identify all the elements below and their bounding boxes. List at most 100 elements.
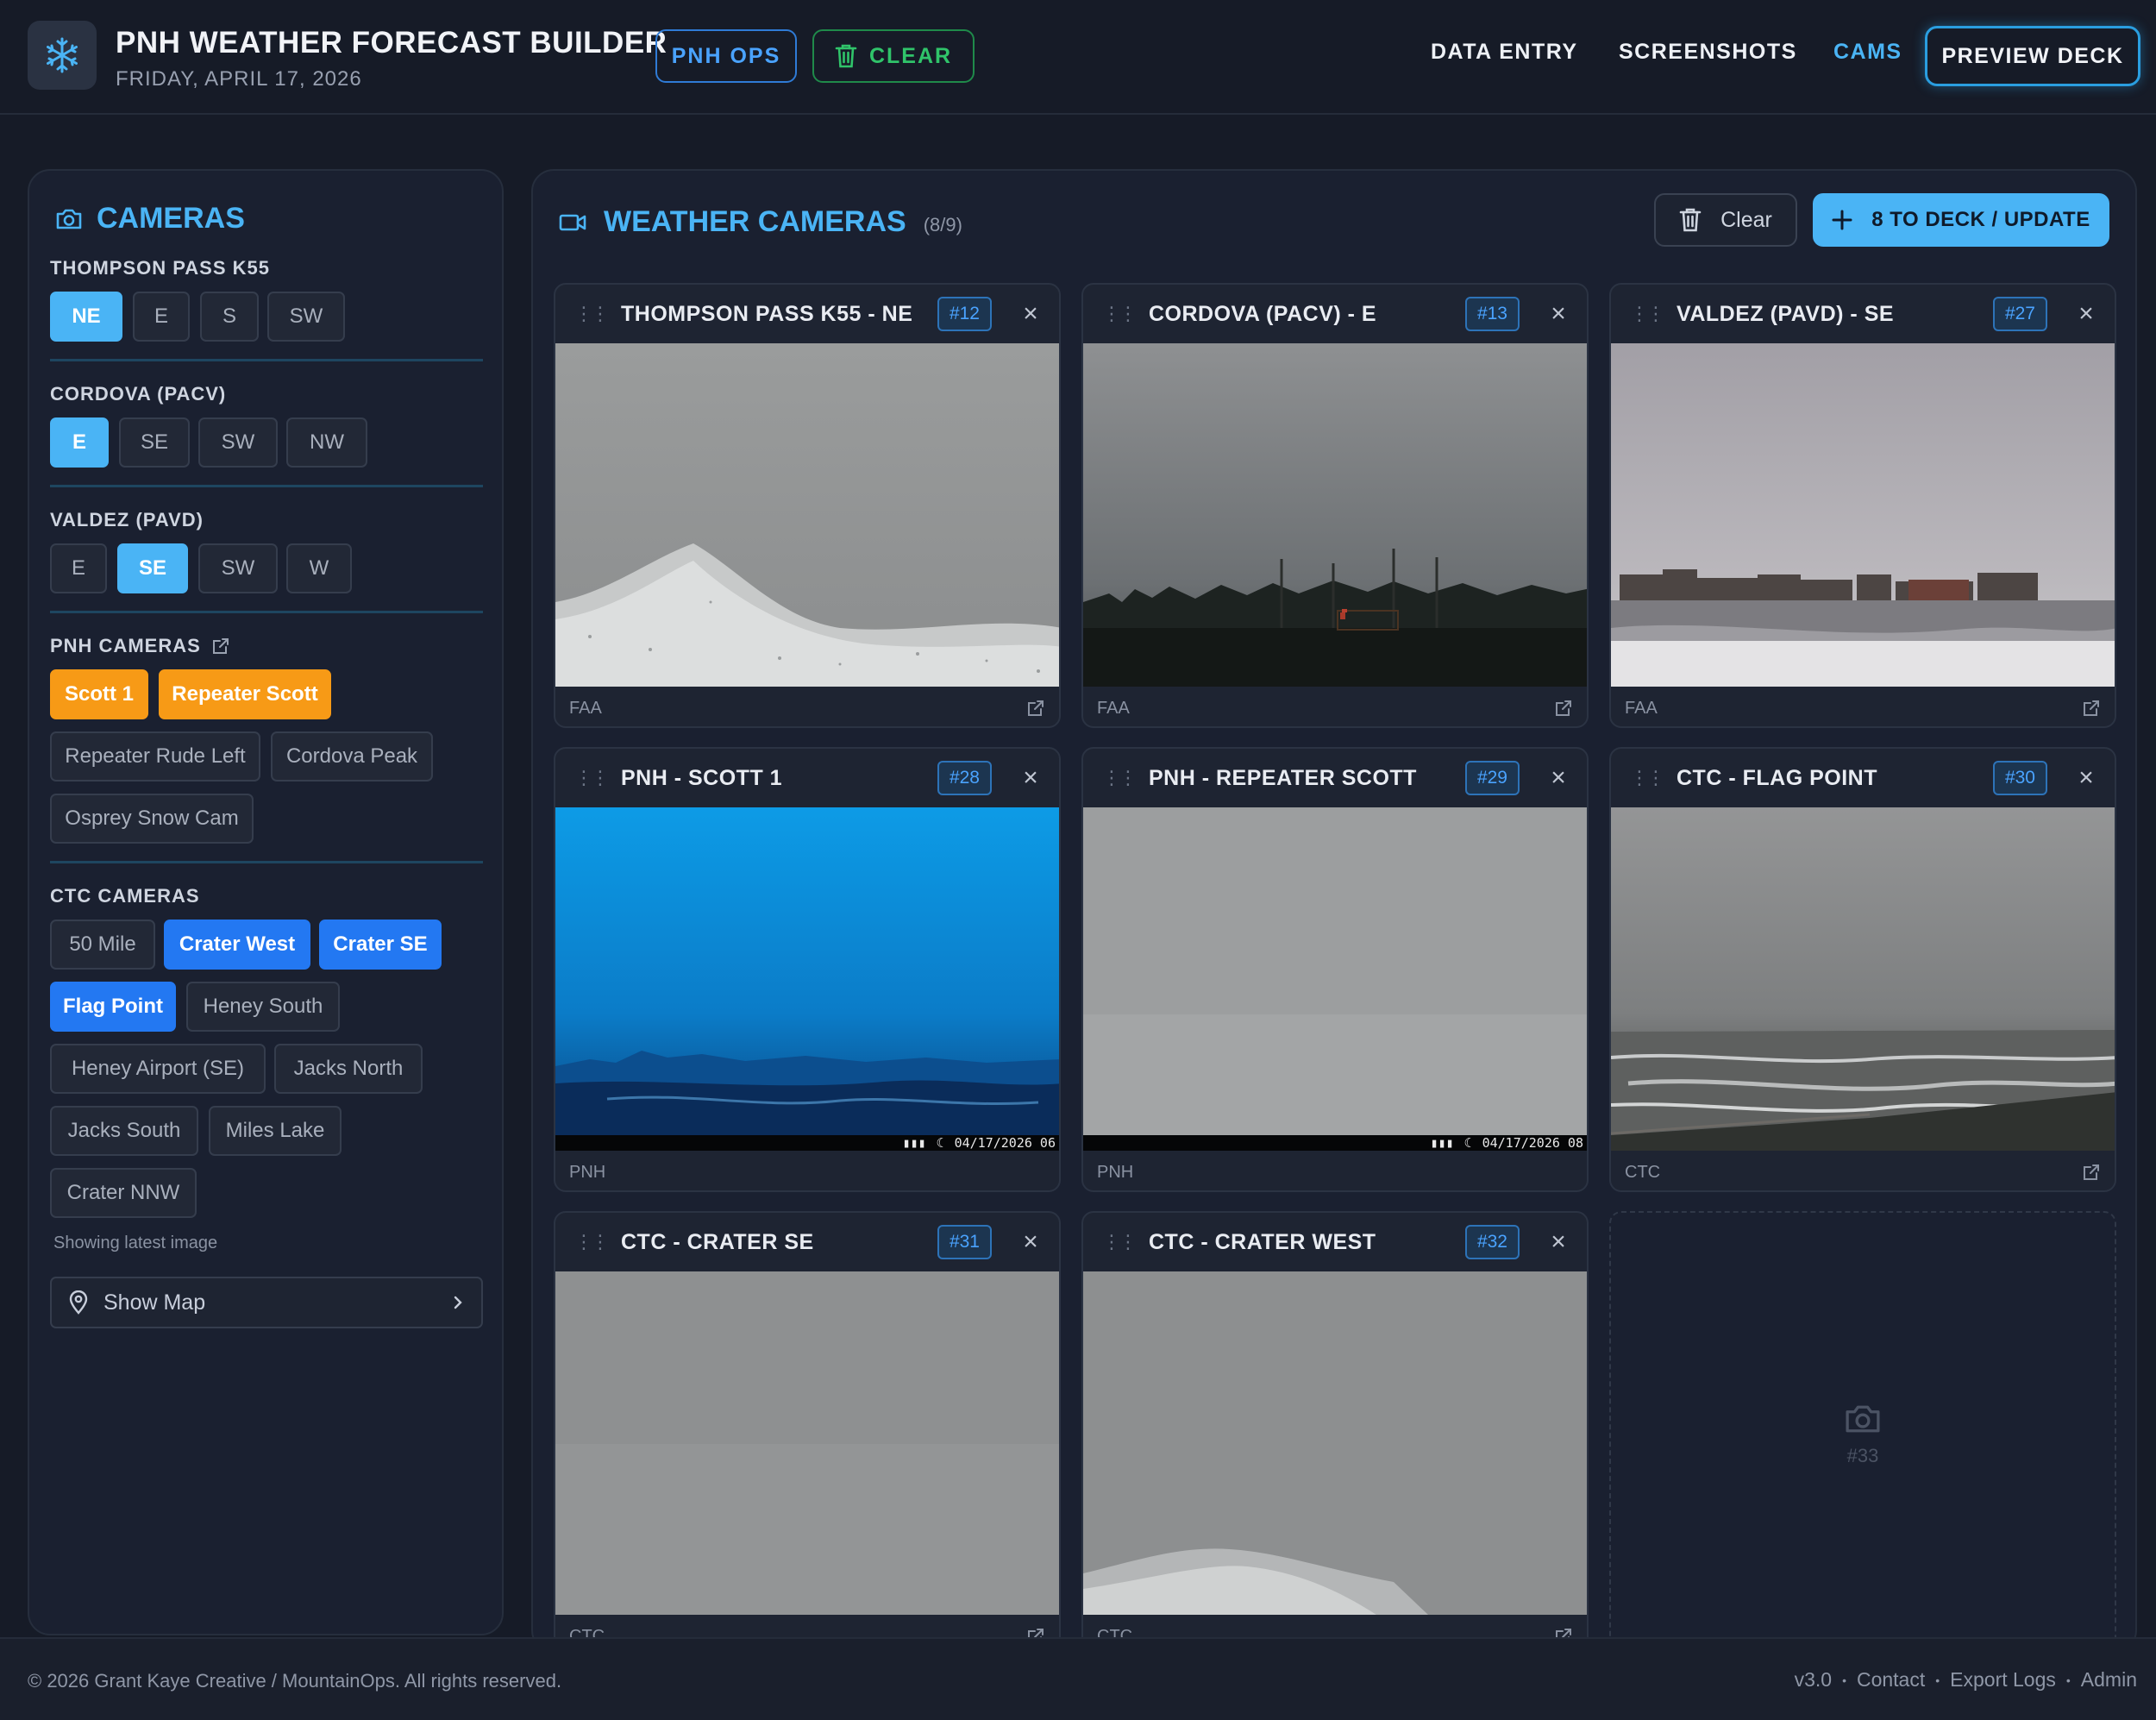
remove-camera-icon[interactable]: × (1545, 1227, 1571, 1257)
chip-cordova-nw[interactable]: NW (286, 417, 367, 468)
external-link-icon[interactable] (1554, 699, 1573, 718)
chip-valdez-se[interactable]: SE (117, 543, 188, 593)
chip-cordova-e[interactable]: E (50, 417, 109, 468)
nav-cams[interactable]: CAMS (1833, 40, 1902, 65)
drag-handle-icon[interactable]: ⋮⋮ (1630, 303, 1665, 325)
preview-deck-button[interactable]: PREVIEW DECK (1925, 26, 2140, 86)
drag-handle-icon[interactable]: ⋮⋮ (574, 303, 610, 325)
trash-icon (1679, 208, 1702, 232)
footer-link-contact[interactable]: Contact (1857, 1668, 1925, 1692)
camera-source: FAA (569, 698, 602, 718)
remove-camera-icon[interactable]: × (1545, 299, 1571, 329)
pnh-cameras-label: PNH CAMERAS (50, 635, 201, 656)
camera-footer: FAA (1611, 687, 2115, 726)
chip-pnh-repeater-rude-left[interactable]: Repeater Rude Left (50, 731, 260, 782)
show-map-toggle[interactable]: Show Map (50, 1277, 483, 1328)
chip-pnh-scott-1[interactable]: Scott 1 (50, 669, 148, 719)
sidebar-title-text: CAMERAS (97, 202, 245, 235)
drag-handle-icon[interactable]: ⋮⋮ (574, 1231, 610, 1253)
remove-camera-icon[interactable]: × (1018, 1227, 1044, 1257)
separator-dot: • (1842, 1673, 1846, 1687)
remove-camera-icon[interactable]: × (1018, 299, 1044, 329)
camera-image: ▮▮▮ ☾ 04/17/2026 08 (1083, 807, 1587, 1151)
chip-pnh-cordova-peak[interactable]: Cordova Peak (271, 731, 433, 782)
cameras-sidebar: CAMERAS THOMPSON PASS K55 NE E S SW CORD… (28, 169, 504, 1635)
group-divider (50, 611, 483, 613)
camera-card[interactable]: ⋮⋮ CTC - CRATER WEST #32 × CTC (1081, 1211, 1589, 1651)
footer-link-admin[interactable]: Admin (2081, 1668, 2137, 1692)
add-to-deck-button[interactable]: 8 TO DECK / UPDATE (1813, 193, 2109, 247)
chip-ctc-crater-se[interactable]: Crater SE (319, 920, 442, 970)
nav-screenshots[interactable]: SCREENSHOTS (1619, 40, 1797, 65)
camera-card-header: ⋮⋮ THOMPSON PASS K55 - NE #12 × (555, 285, 1059, 343)
pnh-ops-button[interactable]: PNH OPS (655, 29, 797, 83)
chip-ctc-crater-west[interactable]: Crater West (164, 920, 310, 970)
camera-number-badge: #12 (937, 297, 992, 331)
chip-ctc-crater-nnw[interactable]: Crater NNW (50, 1168, 197, 1218)
camera-title: VALDEZ (PAVD) - SE (1677, 301, 1895, 326)
camera-card-header: ⋮⋮ PNH - SCOTT 1 #28 × (555, 749, 1059, 807)
chip-ctc-heney-south[interactable]: Heney South (186, 982, 340, 1032)
external-link-icon[interactable] (211, 637, 230, 656)
camera-card[interactable]: ⋮⋮ CTC - FLAG POINT #30 × CTC (1609, 747, 2116, 1192)
group-label-ctc: CTC CAMERAS (50, 885, 200, 907)
drag-handle-icon[interactable]: ⋮⋮ (1102, 1231, 1138, 1253)
group-label-cordova: CORDOVA (PACV) (50, 383, 227, 405)
remove-camera-icon[interactable]: × (2073, 299, 2099, 329)
camera-card[interactable]: ⋮⋮ PNH - REPEATER SCOTT #29 × ▮▮▮ ☾ 04/1… (1081, 747, 1589, 1192)
remove-camera-icon[interactable]: × (1545, 763, 1571, 793)
chip-ctc-miles-lake[interactable]: Miles Lake (209, 1106, 342, 1156)
chip-pnh-repeater-scott[interactable]: Repeater Scott (159, 669, 331, 719)
chip-ctc-jacks-north[interactable]: Jacks North (274, 1044, 423, 1094)
chip-ctc-jacks-south[interactable]: Jacks South (50, 1106, 198, 1156)
external-link-icon[interactable] (2082, 1163, 2101, 1182)
camera-footer: FAA (555, 687, 1059, 726)
footer-link-export-logs[interactable]: Export Logs (1950, 1668, 2056, 1692)
chip-valdez-w[interactable]: W (286, 543, 352, 593)
chip-cordova-se[interactable]: SE (119, 417, 190, 468)
nav-data-entry[interactable]: DATA ENTRY (1431, 40, 1578, 65)
chip-ctc-flag-point[interactable]: Flag Point (50, 982, 176, 1032)
camera-number-badge: #29 (1464, 761, 1520, 795)
camera-card[interactable]: ⋮⋮ PNH - SCOTT 1 #28 × ▮▮▮ ☾ 04/17/2026 … (554, 747, 1061, 1192)
chip-valdez-e[interactable]: E (50, 543, 107, 593)
remove-camera-icon[interactable]: × (1018, 763, 1044, 793)
external-link-icon[interactable] (2082, 699, 2101, 718)
camera-title: CTC - CRATER WEST (1149, 1229, 1376, 1254)
remove-camera-icon[interactable]: × (2073, 763, 2099, 793)
chip-thompson-sw[interactable]: SW (267, 292, 345, 342)
camera-card[interactable]: ⋮⋮ CTC - CRATER SE #31 × CTC (554, 1211, 1061, 1651)
drag-handle-icon[interactable]: ⋮⋮ (1102, 767, 1138, 789)
clear-all-label: CLEAR (868, 43, 953, 68)
group-divider (50, 485, 483, 487)
weather-cameras-panel: WEATHER CAMERAS (8/9) Clear 8 TO DECK / … (531, 169, 2137, 1653)
chip-valdez-sw[interactable]: SW (198, 543, 278, 593)
camera-card[interactable]: ⋮⋮ VALDEZ (PAVD) - SE #27 × FAA (1609, 283, 2116, 728)
external-link-icon[interactable] (1026, 699, 1045, 718)
chip-thompson-ne[interactable]: NE (50, 292, 122, 342)
drag-handle-icon[interactable]: ⋮⋮ (1630, 767, 1665, 789)
chip-cordova-sw[interactable]: SW (198, 417, 278, 468)
camera-image (1611, 343, 2115, 687)
group-label-valdez: VALDEZ (PAVD) (50, 509, 204, 530)
camera-card[interactable]: ⋮⋮ THOMPSON PASS K55 - NE #12 × FAA (554, 283, 1061, 728)
chip-ctc-50-mile[interactable]: 50 Mile (50, 920, 155, 970)
drag-handle-icon[interactable]: ⋮⋮ (574, 767, 610, 789)
clear-all-button[interactable]: CLEAR (812, 29, 975, 83)
chip-thompson-s[interactable]: S (200, 292, 259, 342)
page-footer: © 2026 Grant Kaye Creative / MountainOps… (0, 1637, 2156, 1720)
separator-dot: • (2065, 1673, 2071, 1687)
chevron-right-icon (454, 1296, 462, 1309)
group-label-pnh: PNH CAMERAS (50, 635, 230, 657)
chip-ctc-heney-airport-se[interactable]: Heney Airport (SE) (50, 1044, 266, 1094)
empty-camera-slot[interactable]: #33 (1609, 1211, 2116, 1651)
camera-card[interactable]: ⋮⋮ CORDOVA (PACV) - E #13 × FAA (1081, 283, 1589, 728)
camera-number-badge: #32 (1464, 1225, 1520, 1259)
drag-handle-icon[interactable]: ⋮⋮ (1102, 303, 1138, 325)
camera-footer: PNH (555, 1151, 1059, 1190)
selected-count: (8/9) (923, 214, 962, 235)
chip-thompson-e[interactable]: E (133, 292, 190, 342)
chip-pnh-osprey-snow-cam[interactable]: Osprey Snow Cam (50, 794, 254, 844)
clear-cams-button[interactable]: Clear (1654, 193, 1797, 247)
camera-source: FAA (1097, 698, 1130, 718)
